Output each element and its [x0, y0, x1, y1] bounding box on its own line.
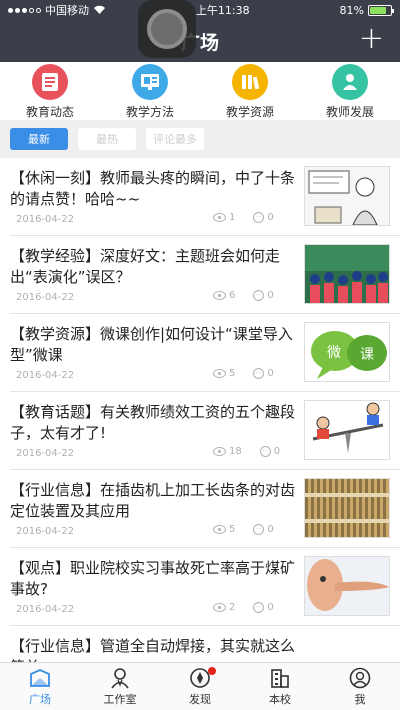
battery-percent: 81%	[339, 3, 364, 17]
eye-icon	[213, 213, 226, 222]
tab-label: 本校	[269, 693, 291, 706]
tab-discover[interactable]: 发现	[160, 663, 240, 710]
comment-icon: ···	[253, 212, 265, 223]
eye-icon	[213, 369, 226, 378]
plus-icon[interactable]: +	[359, 24, 384, 54]
signal-icon	[8, 7, 41, 13]
list-item[interactable]: 【教学经验】深度好文：主题班会如何走出“表演化”误区？ 2016-04-22 6…	[10, 236, 400, 314]
category-education-news[interactable]: 教育动态	[0, 62, 100, 120]
comment-icon: ···	[253, 290, 265, 301]
tab-label: 我	[354, 693, 366, 706]
svg-text:微: 微	[327, 345, 341, 361]
eye-icon	[213, 447, 226, 456]
article-thumbnail: 微 课	[304, 322, 390, 382]
article-thumbnail	[304, 400, 390, 460]
article-title: 【休闲一刻】教师最头疼的瞬间，中了十条的请点赞！哈哈~~	[10, 169, 296, 208]
tab-latest[interactable]: 最新	[10, 128, 68, 150]
category-teacher-development[interactable]: 教师发展	[300, 62, 400, 120]
battery-icon	[368, 4, 394, 16]
profile-icon	[348, 667, 372, 689]
tab-hottest[interactable]: 最热	[78, 128, 136, 150]
wifi-icon	[94, 5, 105, 14]
bottom-tab-bar: 广场 工作室 发现 本校 我	[0, 662, 400, 710]
view-count: 6	[229, 290, 236, 301]
article-title: 【教育话题】有关教师绩效工资的五个趣段子，太有才了!	[10, 403, 296, 442]
list-item[interactable]: 【行业信息】在插齿机上加工长齿条的对齿定位装置及其应用 2016-04-22 5…	[10, 470, 400, 548]
top-bar: 中国移动 上午11:38 81% 广场 +	[0, 0, 400, 62]
carrier-label: 中国移动	[45, 4, 89, 17]
article-title: 【教学经验】深度好文：主题班会如何走出“表演化”误区？	[10, 247, 281, 286]
school-icon	[268, 667, 292, 689]
comment-count: 0	[273, 446, 281, 457]
list-item[interactable]: 【休闲一刻】教师最头疼的瞬间，中了十条的请点赞！哈哈~~ 2016-04-22 …	[10, 158, 400, 236]
category-teaching-method[interactable]: 教学方法	[100, 62, 200, 120]
svg-text:课: 课	[360, 347, 374, 363]
status-bar: 中国移动 上午11:38 81%	[0, 0, 400, 20]
article-thumbnail	[304, 166, 390, 226]
comment-count: 0	[267, 602, 274, 613]
eye-icon	[213, 291, 226, 300]
method-icon	[132, 64, 168, 100]
notification-badge	[208, 667, 216, 675]
app-screen: 中国移动 上午11:38 81% 广场 + 教育动态 教学方法 教学资源 教师发…	[0, 0, 400, 710]
teacher-icon	[332, 64, 368, 100]
category-bar: 教育动态 教学方法 教学资源 教师发展	[0, 62, 400, 120]
comment-count: 0	[267, 290, 274, 301]
article-date: 2016-04-22	[16, 604, 75, 615]
list-item[interactable]: 【行业信息】管道全自动焊接，其实就这么简单	[10, 626, 400, 662]
article-thumbnail	[304, 244, 390, 304]
category-label: 教育动态	[25, 105, 74, 119]
tab-label: 发现	[189, 693, 211, 706]
article-title: 【教学资源】微课创作|如何设计“课堂导入型”微课	[10, 325, 293, 364]
comment-icon: ···	[253, 368, 265, 379]
tab-studio[interactable]: 工作室	[80, 663, 160, 710]
category-label: 教师发展	[325, 105, 374, 119]
resource-icon	[232, 64, 268, 100]
article-date: 2016-04-22	[16, 214, 75, 225]
view-count: 2	[229, 602, 236, 613]
studio-icon	[108, 667, 132, 689]
article-date: 2016-04-22	[16, 526, 75, 537]
list-item[interactable]: 【教学资源】微课创作|如何设计“课堂导入型”微课 2016-04-22 5 ··…	[10, 314, 400, 392]
comment-icon: ···	[253, 524, 265, 535]
tab-profile[interactable]: 我	[320, 663, 400, 710]
category-label: 教学资源	[225, 105, 274, 119]
status-time: 上午11:38	[195, 4, 250, 17]
comment-count: 0	[267, 212, 274, 223]
category-teaching-resource[interactable]: 教学资源	[200, 62, 300, 120]
news-icon	[32, 64, 68, 100]
comment-count: 0	[267, 368, 274, 379]
tab-square[interactable]: 广场	[0, 663, 80, 710]
view-count: 18	[229, 446, 242, 457]
article-date: 2016-04-22	[16, 448, 75, 459]
eye-icon	[213, 603, 226, 612]
article-title: 【观点】职业院校实习事故死亡率高于煤矿事故?	[10, 559, 296, 598]
tab-school[interactable]: 本校	[240, 663, 320, 710]
comment-count: 0	[267, 524, 274, 535]
view-count: 1	[229, 212, 236, 223]
filter-tabs: 最新 最热 评论最多	[0, 120, 400, 158]
view-count: 5	[229, 368, 236, 379]
list-item[interactable]: 【教育话题】有关教师绩效工资的五个趣段子，太有才了! 2016-04-22 18…	[10, 392, 400, 470]
assistive-touch-button[interactable]	[138, 0, 196, 58]
list-item[interactable]: 【观点】职业院校实习事故死亡率高于煤矿事故? 2016-04-22 2 ··· 0	[10, 548, 400, 626]
nav-bar: 广场 +	[0, 20, 400, 62]
view-count: 5	[229, 524, 236, 535]
tab-most-comments[interactable]: 评论最多	[146, 128, 204, 150]
tab-label: 广场	[29, 693, 51, 706]
tab-label: 工作室	[103, 693, 137, 706]
article-title: 【行业信息】管道全自动焊接，其实就这么简单	[10, 637, 296, 662]
eye-icon	[213, 525, 226, 534]
square-icon	[28, 667, 52, 689]
category-label: 教学方法	[125, 105, 174, 119]
article-list: 【休闲一刻】教师最头疼的瞬间，中了十条的请点赞！哈哈~~ 2016-04-22 …	[0, 158, 400, 662]
comment-icon: ···	[259, 446, 271, 457]
article-date: 2016-04-22	[16, 370, 75, 381]
comment-icon: ···	[253, 602, 265, 613]
article-title: 【行业信息】在插齿机上加工长齿条的对齿定位装置及其应用	[10, 481, 296, 520]
article-date: 2016-04-22	[16, 292, 75, 303]
article-thumbnail	[304, 556, 390, 616]
article-thumbnail	[304, 478, 390, 538]
